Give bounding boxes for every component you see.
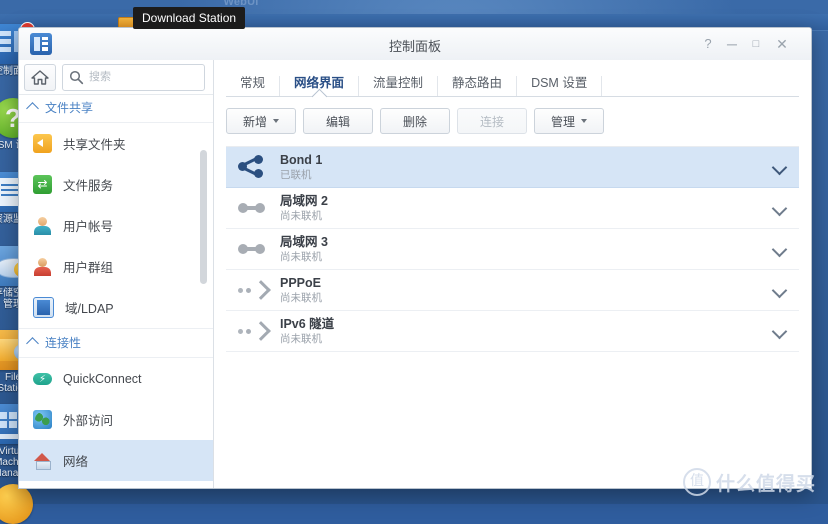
interface-status: 尚未联机: [280, 209, 322, 222]
sidebar-item-label: 共享文件夹: [63, 138, 126, 152]
interface-name: IPv6 隧道: [280, 316, 335, 331]
window-titlebar[interactable]: 控制面板 ? ─ □ ✕: [19, 28, 811, 61]
lan-icon: [236, 236, 270, 262]
search-placeholder: 搜索: [89, 71, 111, 83]
control-panel-sidebar: 搜索 文件共享 共享文件夹 文件服务 用户帐号 用户群组: [19, 60, 214, 488]
network-icon: [33, 451, 52, 470]
tunnel-icon: [236, 318, 271, 344]
window-help-button[interactable]: ?: [699, 35, 717, 53]
sidebar-item-quickconnect[interactable]: QuickConnect: [19, 358, 213, 399]
watermark-text: 什么值得买: [715, 473, 816, 495]
package-center-icon: [0, 484, 33, 524]
sidebar-item-user-group[interactable]: 用户群组: [19, 246, 213, 287]
sidebar-item-external-access[interactable]: 外部访问: [19, 399, 213, 440]
sidebar-item-label: 域/LDAP: [65, 302, 114, 316]
tab-traffic-control[interactable]: 流量控制: [359, 76, 439, 96]
interface-status: 已联机: [280, 168, 312, 181]
toolbar: 新增 编辑 删除 连接 管理: [226, 108, 799, 134]
manage-button-label: 管理: [550, 114, 575, 129]
sidebar-group-label: 文件共享: [45, 101, 94, 115]
interface-status: 尚未联机: [280, 291, 322, 304]
connect-button: 连接: [457, 108, 527, 134]
interface-name: PPPoE: [280, 275, 321, 290]
tab-general[interactable]: 常规: [226, 76, 281, 96]
manage-button[interactable]: 管理: [534, 108, 604, 134]
window-close-button[interactable]: ✕: [773, 35, 791, 53]
user-group-icon: [33, 257, 52, 276]
sidebar-header: 搜索: [19, 60, 213, 95]
sidebar-item-label: 外部访问: [63, 414, 114, 428]
search-input[interactable]: 搜索: [62, 64, 205, 91]
home-icon: [31, 70, 49, 85]
sidebar-item-file-services[interactable]: 文件服务: [19, 164, 213, 205]
tab-dsm-settings[interactable]: DSM 设置: [517, 76, 603, 96]
sidebar-item-dhcp-server[interactable]: DHCP Server: [19, 481, 213, 488]
sidebar-item-label: 网络: [63, 455, 89, 469]
interface-name: 局域网 3: [280, 234, 328, 249]
home-button[interactable]: [24, 64, 56, 91]
interface-row-lan2[interactable]: 局域网 2 尚未联机: [226, 188, 799, 229]
user-account-icon: [33, 216, 52, 235]
tooltip-download-station: Download Station: [133, 7, 246, 29]
sidebar-group-connectivity[interactable]: 连接性: [19, 328, 213, 358]
chevron-down-icon[interactable]: [771, 323, 788, 340]
shared-folder-icon: [33, 134, 52, 153]
quickconnect-icon: [33, 369, 52, 388]
sidebar-item-shared-folder[interactable]: 共享文件夹: [19, 123, 213, 164]
watermark: 值 什么值得买: [682, 468, 816, 496]
tab-bar: 常规 网络界面 流量控制 静态路由 DSM 设置: [226, 69, 799, 97]
interface-row-bond1[interactable]: Bond 1 已联机: [226, 147, 799, 188]
sidebar-scrollbar-thumb[interactable]: [200, 150, 207, 284]
sidebar-scroll-area: 文件共享 共享文件夹 文件服务 用户帐号 用户群组 域/LDAP: [19, 94, 213, 488]
desktop-icon-package-center[interactable]: [0, 484, 36, 524]
network-interface-list: Bond 1 已联机 局域网 2 尚未联机 局域网 3 尚未联机 PPPoE 尚…: [226, 146, 799, 352]
interface-status: 尚未联机: [280, 332, 322, 345]
chevron-down-icon[interactable]: [771, 159, 788, 176]
create-button-label: 新增: [242, 114, 267, 129]
edit-button[interactable]: 编辑: [303, 108, 373, 134]
chevron-up-icon: [26, 337, 39, 350]
sidebar-item-label: 用户群组: [63, 261, 114, 275]
sidebar-item-domain-ldap[interactable]: 域/LDAP: [19, 287, 213, 328]
control-panel-window: 控制面板 ? ─ □ ✕ 搜索 文件共享 共享文件夹 ⇄ 文件服务 用户帐号 用…: [18, 27, 812, 489]
sidebar-group-label: 连接性: [45, 336, 82, 350]
watermark-logo: 值: [682, 468, 711, 496]
chevron-down-icon[interactable]: [771, 282, 788, 299]
interface-row-lan3[interactable]: 局域网 3 尚未联机: [226, 229, 799, 270]
sidebar-item-label: 用户帐号: [63, 220, 114, 234]
sidebar-item-network[interactable]: 网络: [19, 440, 213, 481]
window-title: 控制面板: [388, 39, 441, 54]
chevron-down-icon: [273, 119, 279, 123]
interface-name: Bond 1: [280, 152, 323, 167]
interface-row-pppoe[interactable]: PPPoE 尚未联机: [226, 270, 799, 311]
tunnel-icon: [236, 277, 271, 303]
external-access-icon: [33, 410, 52, 429]
tab-network-interface[interactable]: 网络界面: [280, 76, 360, 96]
window-maximize-button[interactable]: □: [747, 35, 765, 53]
create-button[interactable]: 新增: [226, 108, 296, 134]
bond-icon: [236, 154, 270, 180]
sidebar-item-label: QuickConnect: [63, 371, 142, 386]
search-icon: [69, 70, 84, 85]
chevron-down-icon[interactable]: [771, 200, 788, 217]
lan-icon: [236, 195, 270, 221]
interface-row-ipv6-tunnel[interactable]: IPv6 隧道 尚未联机: [226, 311, 799, 352]
file-services-icon: [33, 175, 52, 194]
sidebar-item-user-account[interactable]: 用户帐号: [19, 205, 213, 246]
sidebar-group-file-sharing[interactable]: 文件共享: [19, 94, 213, 123]
interface-name: 局域网 2: [280, 193, 328, 208]
chevron-up-icon: [26, 102, 39, 115]
sidebar-item-label: 文件服务: [63, 179, 114, 193]
window-minimize-button[interactable]: ─: [723, 35, 741, 53]
delete-button[interactable]: 删除: [380, 108, 450, 134]
domain-ldap-icon: [33, 297, 54, 318]
sidebar-scrollbar-track[interactable]: [200, 96, 210, 486]
chevron-down-icon[interactable]: [771, 241, 788, 258]
interface-status: 尚未联机: [280, 250, 322, 263]
tab-static-route[interactable]: 静态路由: [438, 76, 518, 96]
chevron-down-icon: [581, 119, 587, 123]
control-panel-main: 常规 网络界面 流量控制 静态路由 DSM 设置 新增 编辑 删除 连接 管理: [214, 60, 811, 488]
